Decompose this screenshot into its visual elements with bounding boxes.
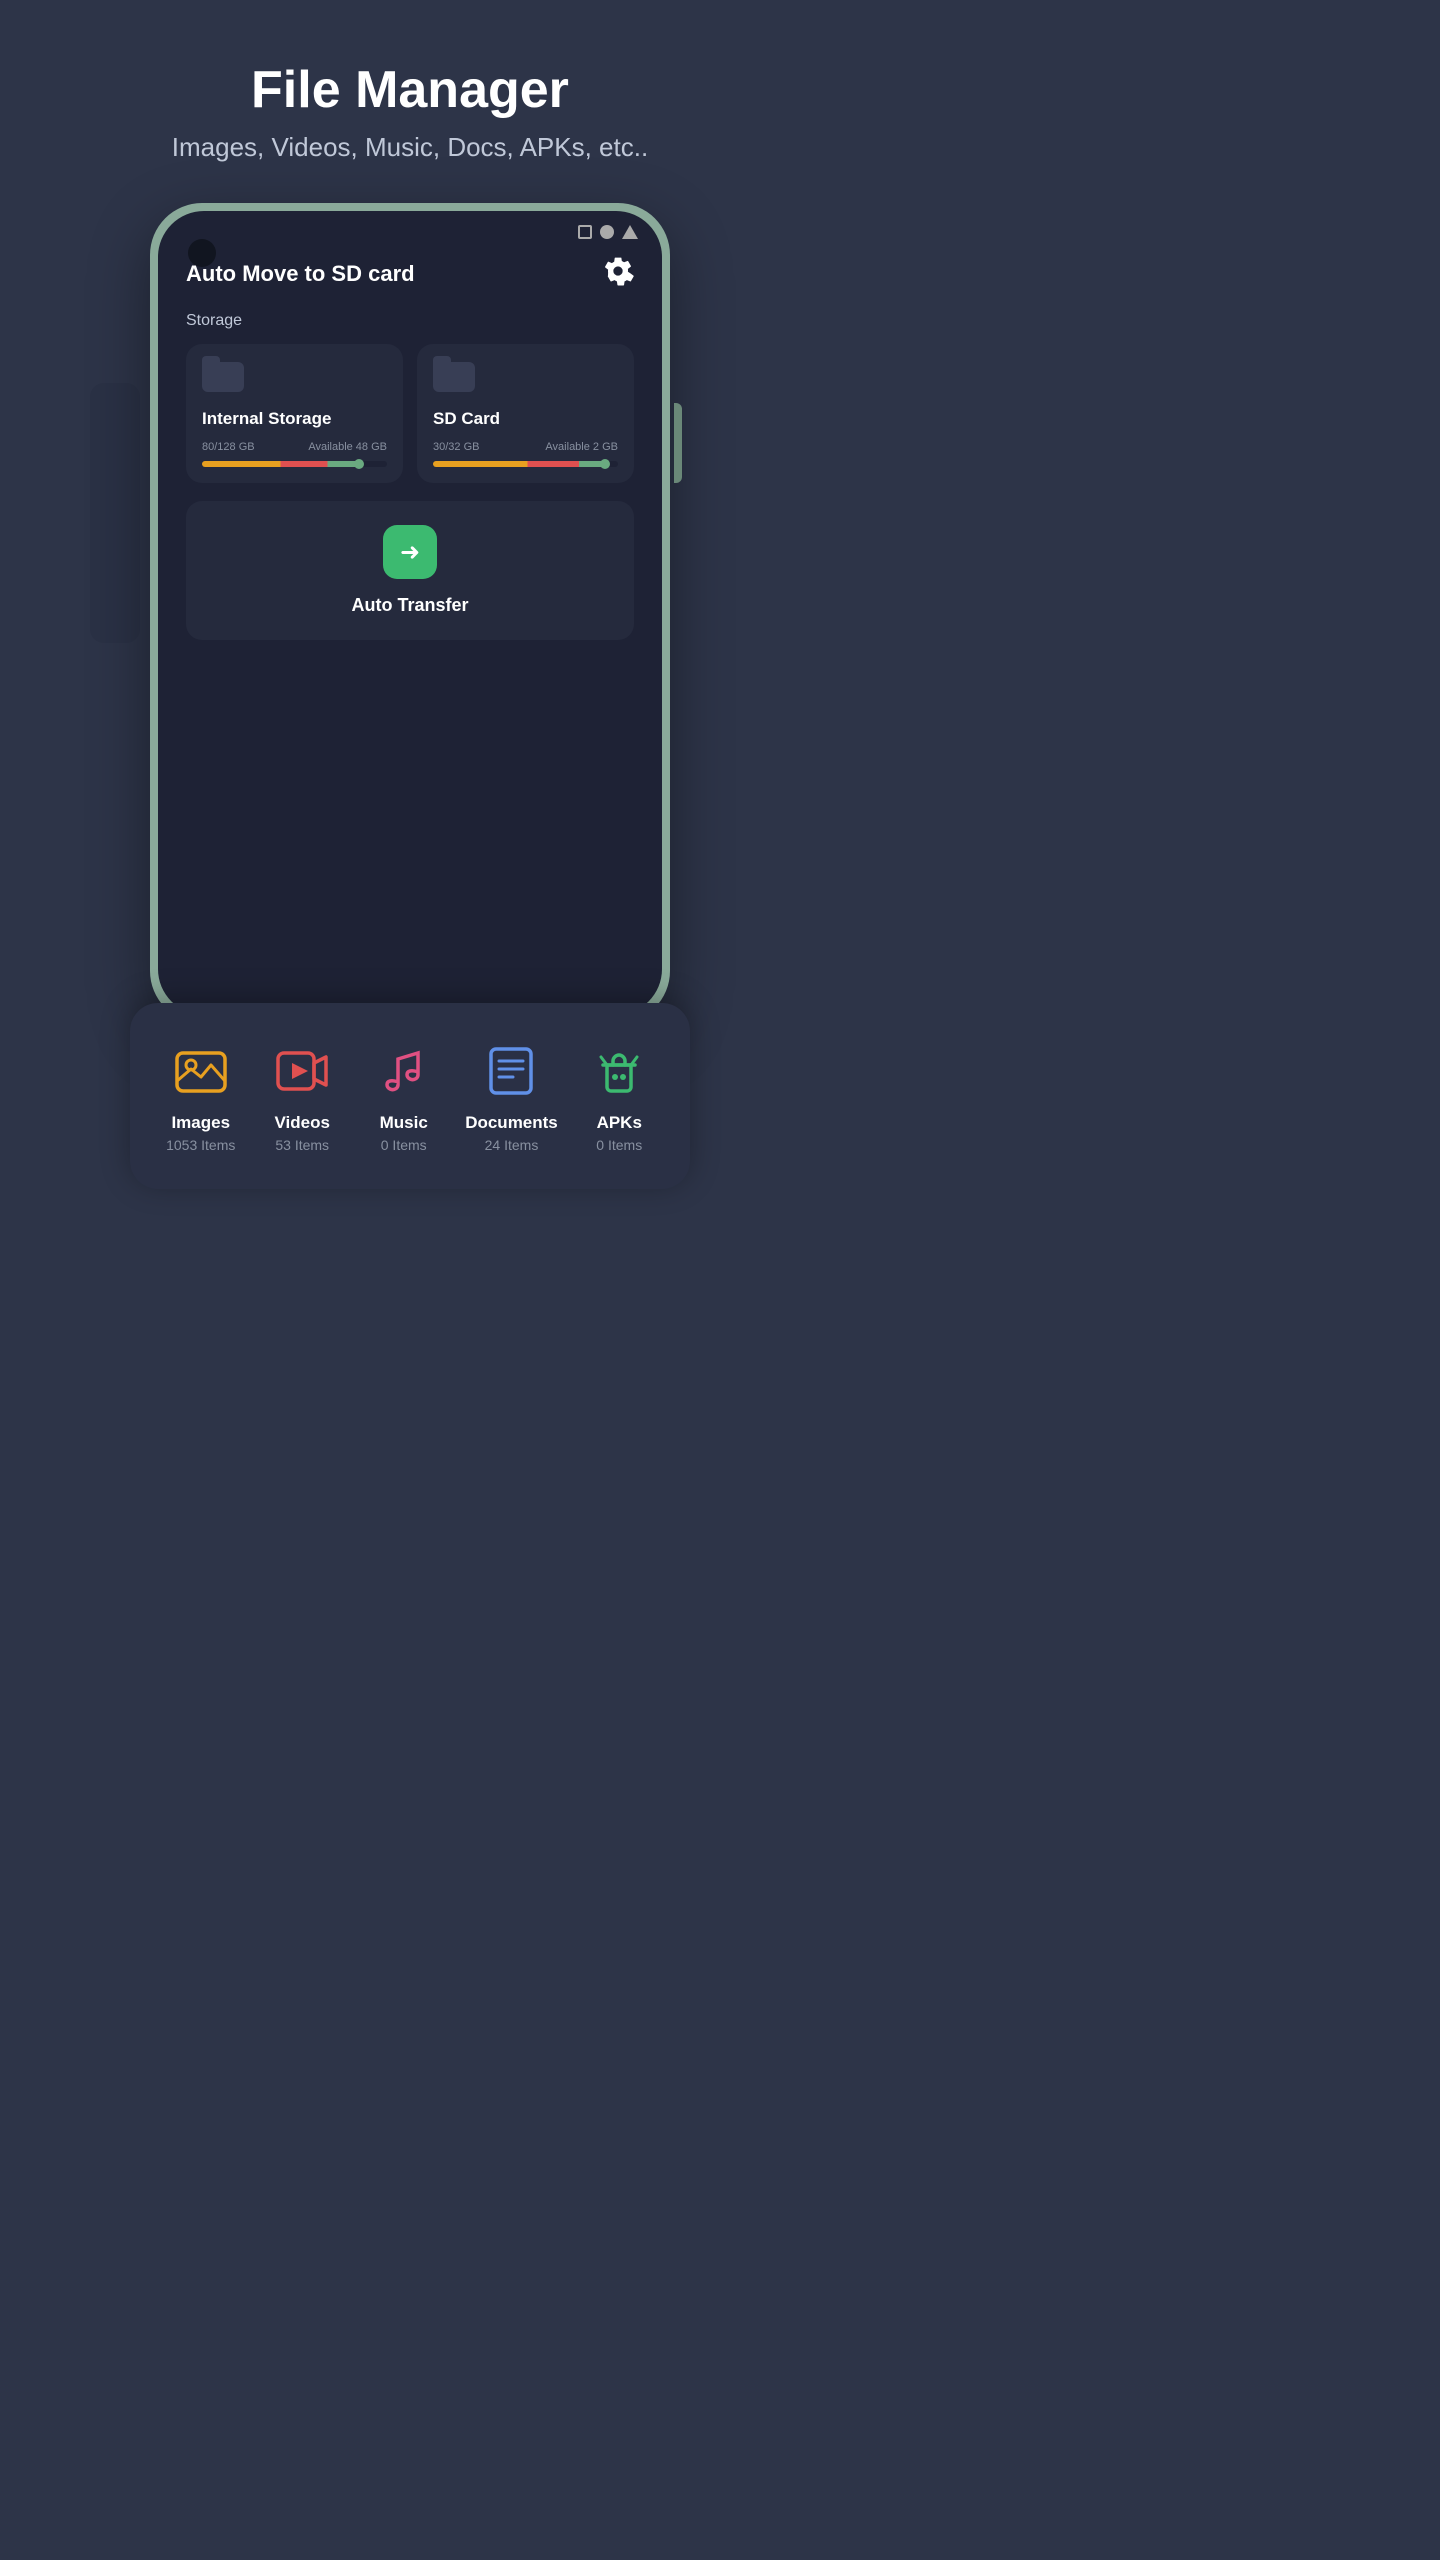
internal-progress-fill bbox=[202, 461, 359, 467]
apks-icon bbox=[587, 1039, 651, 1103]
internal-available: Available 48 GB bbox=[308, 441, 387, 453]
internal-storage-info: 80/128 GB Available 48 GB bbox=[202, 441, 387, 453]
internal-storage-name: Internal Storage bbox=[202, 409, 387, 429]
settings-button[interactable] bbox=[602, 255, 634, 292]
apks-label: APKs bbox=[597, 1113, 642, 1133]
images-count: 1053 Items bbox=[166, 1137, 235, 1153]
sdcard-storage-card[interactable]: SD Card 30/32 GB Available 2 GB bbox=[417, 344, 634, 483]
sdcard-available: Available 2 GB bbox=[545, 441, 618, 453]
internal-progress-dot bbox=[354, 459, 364, 469]
images-icon bbox=[169, 1039, 233, 1103]
category-documents[interactable]: Documents 24 Items bbox=[465, 1039, 558, 1153]
internal-used: 80/128 GB bbox=[202, 441, 255, 453]
category-videos[interactable]: Videos 53 Items bbox=[262, 1039, 342, 1153]
images-label: Images bbox=[171, 1113, 230, 1133]
page-subtitle: Images, Videos, Music, Docs, APKs, etc.. bbox=[172, 132, 648, 163]
storage-row: Internal Storage 80/128 GB Available 48 … bbox=[186, 344, 634, 483]
page-header: File Manager Images, Videos, Music, Docs… bbox=[172, 60, 648, 163]
videos-count: 53 Items bbox=[275, 1137, 329, 1153]
transfer-arrow-icon: ➜ bbox=[400, 538, 420, 567]
storage-label: Storage bbox=[186, 312, 634, 330]
phone-side-button bbox=[674, 403, 682, 483]
phone-frame-wrapper: Auto Move to SD card Storage bbox=[130, 203, 690, 1023]
category-apks[interactable]: APKs 0 Items bbox=[579, 1039, 659, 1153]
app-header-title: Auto Move to SD card bbox=[186, 261, 415, 287]
auto-transfer-section[interactable]: ➜ Auto Transfer bbox=[186, 501, 634, 640]
apks-count: 0 Items bbox=[596, 1137, 642, 1153]
phone-frame: Auto Move to SD card Storage bbox=[150, 203, 670, 1023]
sdcard-progress-track bbox=[433, 461, 618, 467]
music-icon bbox=[372, 1039, 436, 1103]
camera-notch bbox=[188, 239, 216, 267]
music-count: 0 Items bbox=[381, 1137, 427, 1153]
phone-inner: Auto Move to SD card Storage bbox=[158, 211, 662, 1015]
sdcard-progress-dot bbox=[600, 459, 610, 469]
videos-icon bbox=[270, 1039, 334, 1103]
documents-count: 24 Items bbox=[485, 1137, 539, 1153]
documents-icon bbox=[479, 1039, 543, 1103]
app-header: Auto Move to SD card bbox=[186, 255, 634, 292]
sdcard-used: 30/32 GB bbox=[433, 441, 479, 453]
category-music[interactable]: Music 0 Items bbox=[364, 1039, 444, 1153]
internal-storage-card[interactable]: Internal Storage 80/128 GB Available 48 … bbox=[186, 344, 403, 483]
sdcard-storage-info: 30/32 GB Available 2 GB bbox=[433, 441, 618, 453]
sdcard-storage-name: SD Card bbox=[433, 409, 618, 429]
videos-label: Videos bbox=[275, 1113, 330, 1133]
app-content: Auto Move to SD card Storage bbox=[158, 245, 662, 668]
folder-icon-internal bbox=[202, 362, 387, 397]
left-phone-peek bbox=[90, 383, 140, 643]
page-title: File Manager bbox=[172, 60, 648, 120]
music-label: Music bbox=[380, 1113, 428, 1133]
transfer-icon-button[interactable]: ➜ bbox=[383, 525, 437, 579]
bottom-sheet: Images 1053 Items Videos 53 Items Mu bbox=[130, 1003, 690, 1189]
status-bar bbox=[158, 211, 662, 245]
transfer-label: Auto Transfer bbox=[351, 595, 468, 616]
internal-progress-track bbox=[202, 461, 387, 467]
folder-icon-sdcard bbox=[433, 362, 618, 397]
category-images[interactable]: Images 1053 Items bbox=[161, 1039, 241, 1153]
status-icon-square bbox=[578, 225, 592, 239]
categories-row: Images 1053 Items Videos 53 Items Mu bbox=[150, 1039, 670, 1153]
status-icon-wifi bbox=[622, 225, 638, 239]
sdcard-progress-fill bbox=[433, 461, 605, 467]
status-icon-circle bbox=[600, 225, 614, 239]
documents-label: Documents bbox=[465, 1113, 558, 1133]
